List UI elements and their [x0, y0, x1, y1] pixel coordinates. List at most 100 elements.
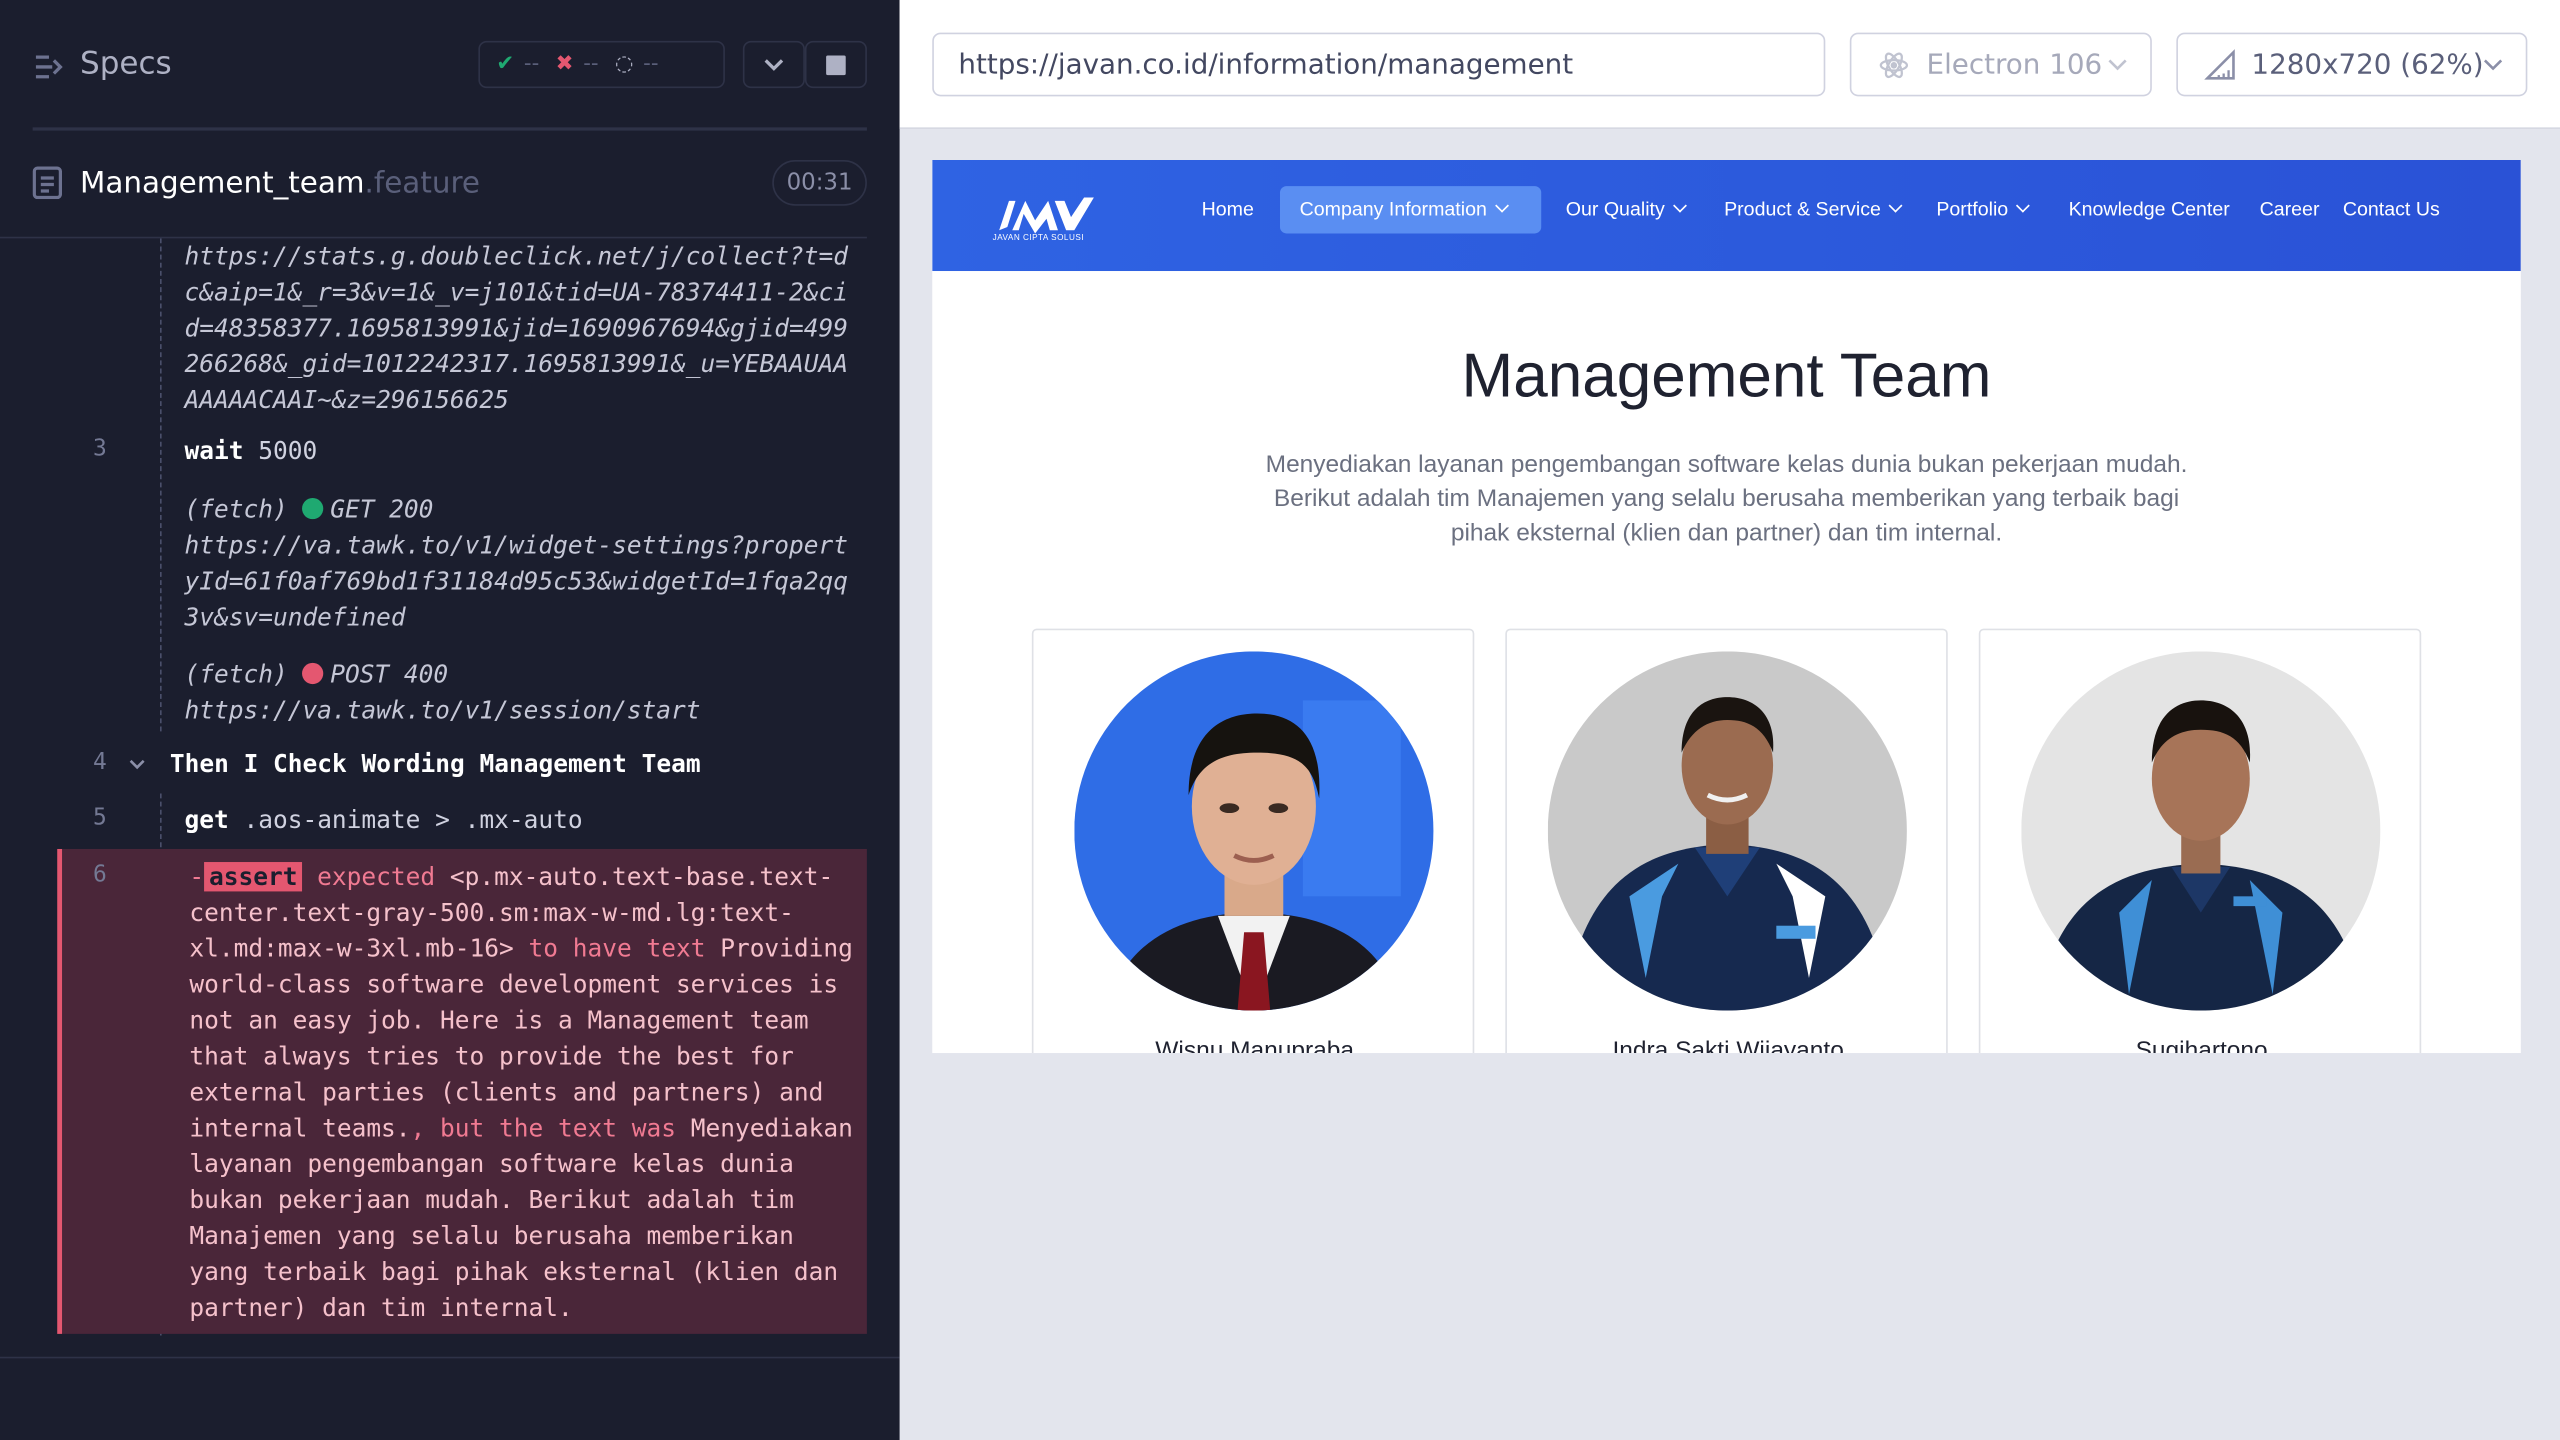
portrait-image	[1547, 651, 1907, 1011]
fetch-status: GET 200	[330, 494, 434, 525]
reporter-header: Specs ✔ -- ✖ -- ◌ --	[0, 0, 900, 131]
nav-our-quality[interactable]: Our Quality	[1565, 197, 1687, 221]
failed-stat: ✖ --	[556, 52, 599, 76]
step-keyword: Then	[169, 749, 229, 779]
command-log: https://stats.g.doubleclick.net/j/collec…	[57, 238, 867, 1336]
url-bar[interactable]: https://javan.co.id/information/manageme…	[932, 32, 1826, 97]
specs-list-icon[interactable]	[33, 51, 66, 84]
assert-prefix: -	[189, 862, 205, 892]
fetch-url: https://va.tawk.to/v1/widget-settings?pr…	[184, 530, 848, 632]
spinner-icon: ◌	[614, 52, 634, 77]
status-dot-icon	[302, 662, 324, 685]
team-member-name: Indra Sakti Wijayanto	[1612, 1036, 1844, 1054]
nav-label: Product & Service	[1724, 197, 1881, 221]
assert-error-block[interactable]: 6 - assert expected <p.mx-auto.text-base.…	[57, 848, 867, 1334]
chevron-down-icon	[2108, 59, 2127, 71]
team-member-name: Wisnu Manupraba	[1155, 1036, 1355, 1054]
command-name: get	[184, 804, 229, 835]
browser-label: Electron 106	[1926, 48, 2103, 82]
status-dot-icon	[302, 497, 324, 520]
nav-company-information[interactable]: Company Information	[1299, 197, 1509, 221]
nav-contact-us[interactable]: Contact Us	[2343, 198, 2440, 221]
nav-home[interactable]: Home	[1202, 198, 1254, 221]
log-url-line[interactable]: https://stats.g.doubleclick.net/j/collec…	[184, 238, 853, 418]
assert-expected-word: expected	[317, 862, 436, 892]
portrait-image	[1074, 651, 1434, 1011]
assert-but-was: , but the text was	[410, 1113, 676, 1143]
app-under-test: JAVAN CIPTA SOLUSI Home Company Informat…	[932, 160, 2521, 1054]
site-navbar: JAVAN CIPTA SOLUSI Home Company Informat…	[932, 160, 2521, 272]
command-arg: .aos-animate > .mx-auto	[243, 804, 583, 835]
failed-count: --	[583, 52, 599, 77]
log-fetch-post[interactable]: (fetch) POST 400 https://va.tawk.to/v1/s…	[184, 656, 853, 728]
command-wait[interactable]: wait 5000	[184, 433, 853, 469]
fetch-url: https://va.tawk.to/v1/session/start	[184, 695, 701, 725]
chevron-down-icon	[1494, 198, 1509, 213]
line-number: 6	[93, 862, 107, 889]
chevron-down-icon	[2015, 198, 2030, 213]
team-card[interactable]: Sugihartono	[1978, 628, 2422, 1054]
fetch-label: (fetch)	[184, 659, 288, 689]
chevron-down-icon	[129, 759, 145, 770]
spec-extension: .feature	[364, 166, 480, 201]
step-text: I Check Wording Management Team	[243, 749, 701, 779]
specs-title[interactable]: Specs	[80, 46, 172, 82]
chevron-down-icon	[1672, 198, 1687, 213]
runner-toolbar: https://javan.co.id/information/manageme…	[899, 0, 2560, 129]
assert-actual-text: Menyediakan layanan pengembangan softwar…	[189, 1113, 853, 1323]
collapse-all-button[interactable]	[742, 40, 805, 89]
pending-stat: ◌ --	[615, 52, 659, 76]
command-group-line	[160, 238, 162, 732]
nav-label: Portfolio	[1936, 197, 2009, 221]
browser-selector[interactable]: Electron 106	[1849, 32, 2152, 97]
spec-duration: 00:31	[772, 160, 867, 206]
fetch-status: POST 400	[330, 659, 449, 689]
nav-product-service[interactable]: Product & Service	[1724, 197, 1903, 221]
nav-label: Company Information	[1299, 197, 1487, 221]
electron-icon	[1879, 52, 1909, 79]
spec-file-row[interactable]: Management_team.feature 00:31	[32, 160, 867, 209]
command-name: wait	[184, 435, 244, 466]
stop-button[interactable]	[804, 40, 867, 89]
team-card[interactable]: Wisnu Manupraba	[1031, 628, 1475, 1054]
spec-filename: Management_team	[80, 166, 365, 201]
nav-knowledge-center[interactable]: Knowledge Center	[2069, 198, 2230, 221]
step-then[interactable]: Then I Check Wording Management Team	[129, 746, 847, 782]
avatar	[1547, 651, 1907, 1011]
logo-subtitle: JAVAN CIPTA SOLUSI	[992, 233, 1085, 244]
portrait-image	[2021, 651, 2381, 1011]
nav-portfolio[interactable]: Portfolio	[1936, 197, 2030, 221]
assert-message: - assert expected <p.mx-auto.text-base.te…	[189, 859, 862, 1326]
avatar	[2021, 651, 2381, 1011]
line-number: 4	[93, 749, 107, 776]
assert-expected-text: Providing world-class software developme…	[189, 933, 853, 1143]
document-icon	[32, 166, 63, 200]
nav-career[interactable]: Career	[2260, 198, 2320, 221]
cross-icon: ✖	[555, 52, 574, 77]
runner-panel: https://javan.co.id/information/manageme…	[899, 0, 2560, 1440]
chevron-down-icon	[764, 58, 784, 71]
divider	[0, 1356, 900, 1359]
log-fetch-get[interactable]: (fetch) GET 200 https://va.tawk.to/v1/wi…	[184, 491, 853, 635]
nav-label: Our Quality	[1565, 197, 1665, 221]
stop-icon	[826, 54, 846, 75]
viewport-selector[interactable]: 1280x720 (62%)	[2176, 32, 2528, 97]
assert-to-have-text: to have text	[528, 933, 706, 964]
run-stats: ✔ -- ✖ -- ◌ --	[478, 40, 725, 89]
avatar	[1074, 651, 1434, 1011]
passed-count: --	[523, 52, 540, 77]
team-member-name: Sugihartono	[2135, 1036, 2268, 1054]
divider	[32, 127, 867, 131]
chevron-down-icon	[2483, 59, 2503, 71]
test-reporter-panel: Specs ✔ -- ✖ -- ◌ -- Management_team.featur…	[0, 0, 900, 1440]
pending-count: --	[643, 52, 659, 77]
command-get[interactable]: get .aos-animate > .mx-auto	[184, 802, 853, 838]
page-description: Menyediakan layanan pengembangan softwar…	[1265, 450, 2188, 547]
passed-stat: ✔ --	[496, 52, 539, 76]
line-number: 3	[93, 435, 107, 463]
fetch-label: (fetch)	[184, 494, 288, 525]
viewport-ruler-icon	[2204, 49, 2235, 80]
check-icon: ✔	[496, 52, 515, 77]
team-card[interactable]: Indra Sakti Wijayanto	[1505, 628, 1948, 1054]
line-number: 5	[93, 804, 107, 832]
